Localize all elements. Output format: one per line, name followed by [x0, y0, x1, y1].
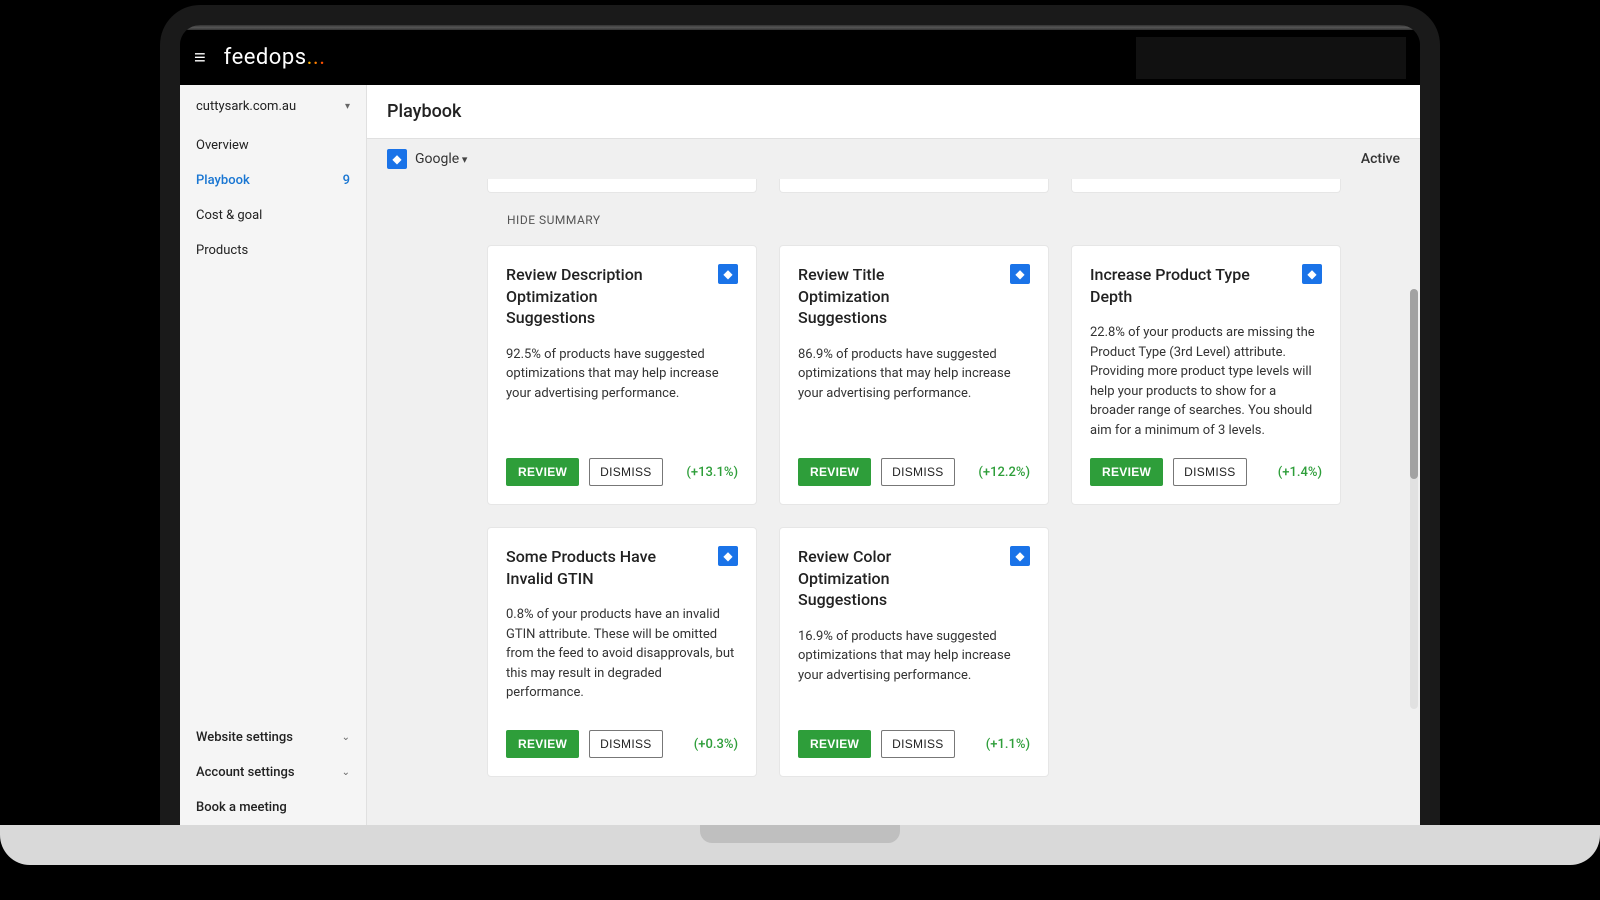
- sidebar-item-website-settings[interactable]: Website settings ⌄: [180, 720, 366, 755]
- google-tag-icon: ◆: [387, 149, 407, 169]
- sidebar-item-cost-goal[interactable]: Cost & goal: [180, 198, 366, 233]
- tag-icon: ◆: [1010, 264, 1030, 284]
- sidebar-item-label: Overview: [196, 138, 249, 153]
- suggestion-card: Review Description Optimization Suggesti…: [487, 245, 757, 505]
- sidebar-item-label: Products: [196, 243, 248, 258]
- impact-value: (+12.2%): [978, 465, 1030, 480]
- tag-icon: ◆: [718, 264, 738, 284]
- scrollbar-thumb[interactable]: [1410, 289, 1418, 479]
- dismiss-button[interactable]: DISMISS: [1173, 458, 1246, 486]
- card-description: 22.8% of your products are missing the P…: [1090, 323, 1322, 440]
- review-button[interactable]: REVIEW: [798, 730, 871, 758]
- sidebar-item-label: Cost & goal: [196, 208, 262, 223]
- sidebar-item-label: Account settings: [196, 765, 295, 780]
- sidebar-item-overview[interactable]: Overview: [180, 128, 366, 163]
- channel-selector[interactable]: Google: [415, 151, 467, 167]
- chevron-down-icon: ⌄: [342, 732, 350, 743]
- card-title: Review Description Optimization Suggesti…: [506, 264, 676, 329]
- scrollbar[interactable]: [1410, 289, 1418, 709]
- review-button[interactable]: REVIEW: [506, 730, 579, 758]
- playbook-badge: 9: [343, 173, 350, 188]
- hide-summary-toggle[interactable]: HIDE SUMMARY: [487, 203, 1400, 245]
- impact-value: (+13.1%): [686, 465, 738, 480]
- topbar-search-box[interactable]: [1136, 37, 1406, 79]
- main-content: Playbook ◆ Google Active HIDE SUMMARY: [367, 85, 1420, 825]
- review-button[interactable]: REVIEW: [1090, 458, 1163, 486]
- dismiss-button[interactable]: DISMISS: [881, 730, 954, 758]
- sidebar-item-book-meeting[interactable]: Book a meeting: [180, 790, 366, 825]
- review-button[interactable]: REVIEW: [506, 458, 579, 486]
- chevron-down-icon: ⌄: [342, 767, 350, 778]
- sidebar-item-products[interactable]: Products: [180, 233, 366, 268]
- channel-status: Active: [1361, 151, 1400, 167]
- tag-icon: ◆: [1302, 264, 1322, 284]
- suggestion-card: Review Color Optimization Suggestions ◆ 16…: [779, 527, 1049, 777]
- suggestion-card: Review Title Optimization Suggestions ◆ 86…: [779, 245, 1049, 505]
- card-description: 0.8% of your products have an invalid GT…: [506, 605, 738, 703]
- card-title: Some Products Have Invalid GTIN: [506, 546, 676, 589]
- suggestion-card: Some Products Have Invalid GTIN ◆ 0.8% of …: [487, 527, 757, 777]
- channel-bar: ◆ Google Active: [367, 139, 1420, 179]
- dismiss-button[interactable]: DISMISS: [589, 730, 662, 758]
- site-selector[interactable]: cuttysark.com.au ▾: [180, 85, 366, 128]
- impact-value: (+1.1%): [986, 737, 1030, 752]
- dismiss-button[interactable]: DISMISS: [881, 458, 954, 486]
- sidebar-item-account-settings[interactable]: Account settings ⌄: [180, 755, 366, 790]
- card-title: Increase Product Type Depth: [1090, 264, 1260, 307]
- page-title: Playbook: [367, 85, 1420, 139]
- tag-icon: ◆: [718, 546, 738, 566]
- card-stub: [487, 179, 757, 193]
- card-description: 92.5% of products have suggested optimiz…: [506, 345, 738, 404]
- sidebar-item-playbook[interactable]: Playbook 9: [180, 163, 366, 198]
- topbar: ≡ feedops...: [180, 30, 1420, 85]
- card-stub: [779, 179, 1049, 193]
- hamburger-icon[interactable]: ≡: [194, 45, 206, 70]
- sidebar-item-label: Playbook: [196, 173, 250, 188]
- card-description: 16.9% of products have suggested optimiz…: [798, 627, 1030, 686]
- card-stub: [1071, 179, 1341, 193]
- logo: feedops...: [224, 45, 326, 70]
- review-button[interactable]: REVIEW: [798, 458, 871, 486]
- impact-value: (+1.4%): [1278, 465, 1322, 480]
- sidebar: cuttysark.com.au ▾ Overview Playbook 9 C…: [180, 85, 367, 825]
- site-selector-value: cuttysark.com.au: [196, 99, 296, 114]
- card-description: 86.9% of products have suggested optimiz…: [798, 345, 1030, 404]
- card-title: Review Title Optimization Suggestions: [798, 264, 968, 329]
- chevron-down-icon: ▾: [345, 101, 350, 112]
- sidebar-item-label: Book a meeting: [196, 800, 287, 815]
- tag-icon: ◆: [1010, 546, 1030, 566]
- card-title: Review Color Optimization Suggestions: [798, 546, 968, 611]
- sidebar-item-label: Website settings: [196, 730, 293, 745]
- dismiss-button[interactable]: DISMISS: [589, 458, 662, 486]
- suggestion-card: Increase Product Type Depth ◆ 22.8% of you…: [1071, 245, 1341, 505]
- impact-value: (+0.3%): [694, 737, 738, 752]
